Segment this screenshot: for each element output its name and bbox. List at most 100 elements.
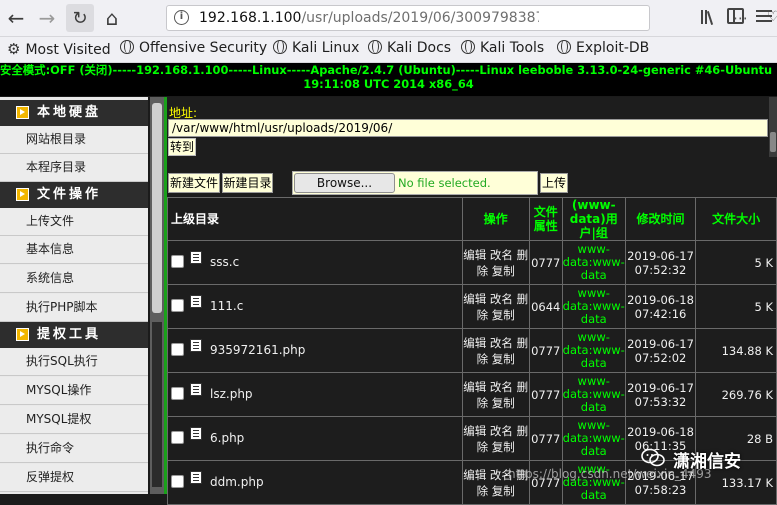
url-path: /usr/uploads/2019/06/3009798387.p [301,10,539,26]
file-name-link[interactable]: ddm.php [210,475,264,489]
forward-arrow-icon[interactable]: → [33,4,61,32]
library-icon[interactable] [700,8,718,26]
bookmark-label: Kali Docs [387,40,452,56]
file-permission[interactable]: 0777 [528,240,563,285]
url-text[interactable]: 192.168.1.100/usr/uploads/2019/06/300979… [199,10,539,26]
bookmark-label: Offensive Security [139,40,268,56]
menu-item-mysql-privesc[interactable]: MYSQL提权 [0,406,148,434]
file-permission[interactable]: 0777 [528,328,563,373]
section-title: 提权工具 [37,327,102,342]
file-checkbox[interactable] [171,431,184,444]
file-upload-field[interactable]: Browse... No file selected. [292,171,538,195]
table-row: 111.c 编辑 改名 删除 复制 0644 www-data:www-data… [167,284,777,329]
file-modified-time[interactable]: 2019-06-17 07:52:32 [624,240,697,285]
watermark-brand-name: 潇湘信安 [673,452,741,472]
server-info-header: 安全模式:OFF (关闭)-----192.168.1.100-----Linu… [0,63,777,96]
server-info-line1: 安全模式:OFF (关闭)-----192.168.1.100-----Linu… [0,63,777,77]
actions-line1[interactable]: 编辑 改名 删 [463,248,528,262]
table-row: 935972161.php 编辑 改名 删除 复制 0777 www-data:… [167,328,777,373]
bookmark-kali-docs[interactable]: Kali Docs [368,40,451,56]
main-scrollbar[interactable] [769,97,777,157]
file-name-link[interactable]: sss.c [210,255,239,269]
file-name-link[interactable]: lsz.php [210,387,253,401]
menu-item-run-command[interactable]: 执行命令 [0,435,148,463]
modified-clock: 07:52:32 [634,262,687,277]
menu-item-label: 本程序目录 [26,160,87,174]
browse-button[interactable]: Browse... [294,173,395,193]
file-modified-time[interactable]: 2019-06-18 07:42:16 [624,284,697,329]
file-actions[interactable]: 编辑 改名 删除 复制 [461,240,530,285]
home-icon[interactable]: ⌂ [98,4,126,32]
hamburger-menu-icon[interactable] [756,7,772,25]
arrow-box-icon [16,106,29,119]
actions-line1[interactable]: 编辑 改名 删 [463,424,528,438]
file-permission[interactable]: 0644 [528,284,563,329]
path-input[interactable]: /var/www/html/usr/uploads/2019/06/ [168,119,768,137]
bookmark-label: Kali Tools [480,40,545,56]
menu-item-run-sql[interactable]: 执行SQL执行 [0,348,148,376]
scrollbar-thumb[interactable] [152,103,162,313]
file-checkbox[interactable] [171,255,184,268]
left-frame-scrollbar[interactable] [150,97,164,494]
file-name-link[interactable]: 6.php [210,431,244,445]
file-actions[interactable]: 编辑 改名 删除 复制 [461,284,530,329]
url-host: 192.168.1.100 [199,10,302,26]
new-directory-button[interactable]: 新建目录 [222,173,273,193]
bookmark-most-visited[interactable]: ⚙ Most Visited [7,40,111,58]
file-owner: www-data:www-data [561,416,626,461]
actions-line2[interactable]: 除 复制 [477,308,515,322]
menu-item-upload-file[interactable]: 上传文件 [0,208,148,236]
file-actions[interactable]: 编辑 改名 删除 复制 [461,328,530,373]
actions-line2[interactable]: 除 复制 [477,264,515,278]
file-name-cell: ddm.php [167,460,463,505]
actions-line2[interactable]: 除 复制 [477,396,515,410]
file-name-link[interactable]: 111.c [210,299,243,313]
parent-directory-link[interactable]: 上级目录 [167,197,463,241]
file-size: 5 K [695,284,777,329]
reload-icon[interactable]: ↻ [66,4,94,32]
menu-item-program-dir[interactable]: 本程序目录 [0,154,148,182]
goto-button[interactable]: 转到 [168,138,196,156]
file-name-link[interactable]: 935972161.php [210,343,305,357]
menu-item-reverse-shell[interactable]: 反弹提权 [0,464,148,492]
scrollbar-track [152,322,162,487]
section-title: 文件操作 [37,187,102,202]
site-info-icon[interactable]: i [174,10,189,25]
actions-line1[interactable]: 编辑 改名 删 [463,292,528,306]
menu-item-run-php[interactable]: 执行PHP脚本 [0,294,148,322]
globe-icon [273,40,287,54]
bookmark-offensive-security[interactable]: Offensive Security [120,40,267,56]
file-checkbox[interactable] [171,475,184,488]
scrollbar-thumb[interactable] [770,132,776,152]
file-permission[interactable]: 0777 [528,416,563,461]
actions-line2[interactable]: 除 复制 [477,440,515,454]
file-permission[interactable]: 0777 [528,372,563,417]
new-file-button[interactable]: 新建文件 [168,173,220,193]
file-checkbox[interactable] [171,299,184,312]
bookmark-kali-tools[interactable]: Kali Tools [461,40,544,56]
menu-item-web-root[interactable]: 网站根目录 [0,126,148,154]
modified-clock: 07:58:23 [634,482,687,497]
file-modified-time[interactable]: 2019-06-17 07:52:02 [624,328,697,373]
actions-line1[interactable]: 编辑 改名 删 [463,380,528,394]
file-actions[interactable]: 编辑 改名 删除 复制 [461,416,530,461]
file-modified-time[interactable]: 2019-06-17 07:53:32 [624,372,697,417]
menu-item-basic-info[interactable]: 基本信息 [0,236,148,264]
menu-item-system-info[interactable]: 系统信息 [0,265,148,293]
bookmark-exploit-db[interactable]: Exploit-DB [557,40,649,56]
no-file-selected-text: No file selected. [398,176,491,190]
file-checkbox[interactable] [171,387,184,400]
upload-button[interactable]: 上传 [540,173,568,193]
sidebar-toggle-icon[interactable] [727,8,744,24]
url-bar[interactable]: i 192.168.1.100/usr/uploads/2019/06/3009… [166,5,777,31]
menu-item-mysql-ops[interactable]: MYSQL操作 [0,377,148,405]
actions-line1[interactable]: 编辑 改名 删 [463,336,528,350]
section-file-ops: 文件操作 [0,182,148,208]
file-actions[interactable]: 编辑 改名 删除 复制 [461,372,530,417]
gear-icon: ⚙ [7,40,21,58]
bookmark-kali-linux[interactable]: Kali Linux [273,40,359,56]
actions-line2[interactable]: 除 复制 [477,484,515,498]
back-arrow-icon[interactable]: ← [2,4,30,32]
file-checkbox[interactable] [171,343,184,356]
actions-line2[interactable]: 除 复制 [477,352,515,366]
